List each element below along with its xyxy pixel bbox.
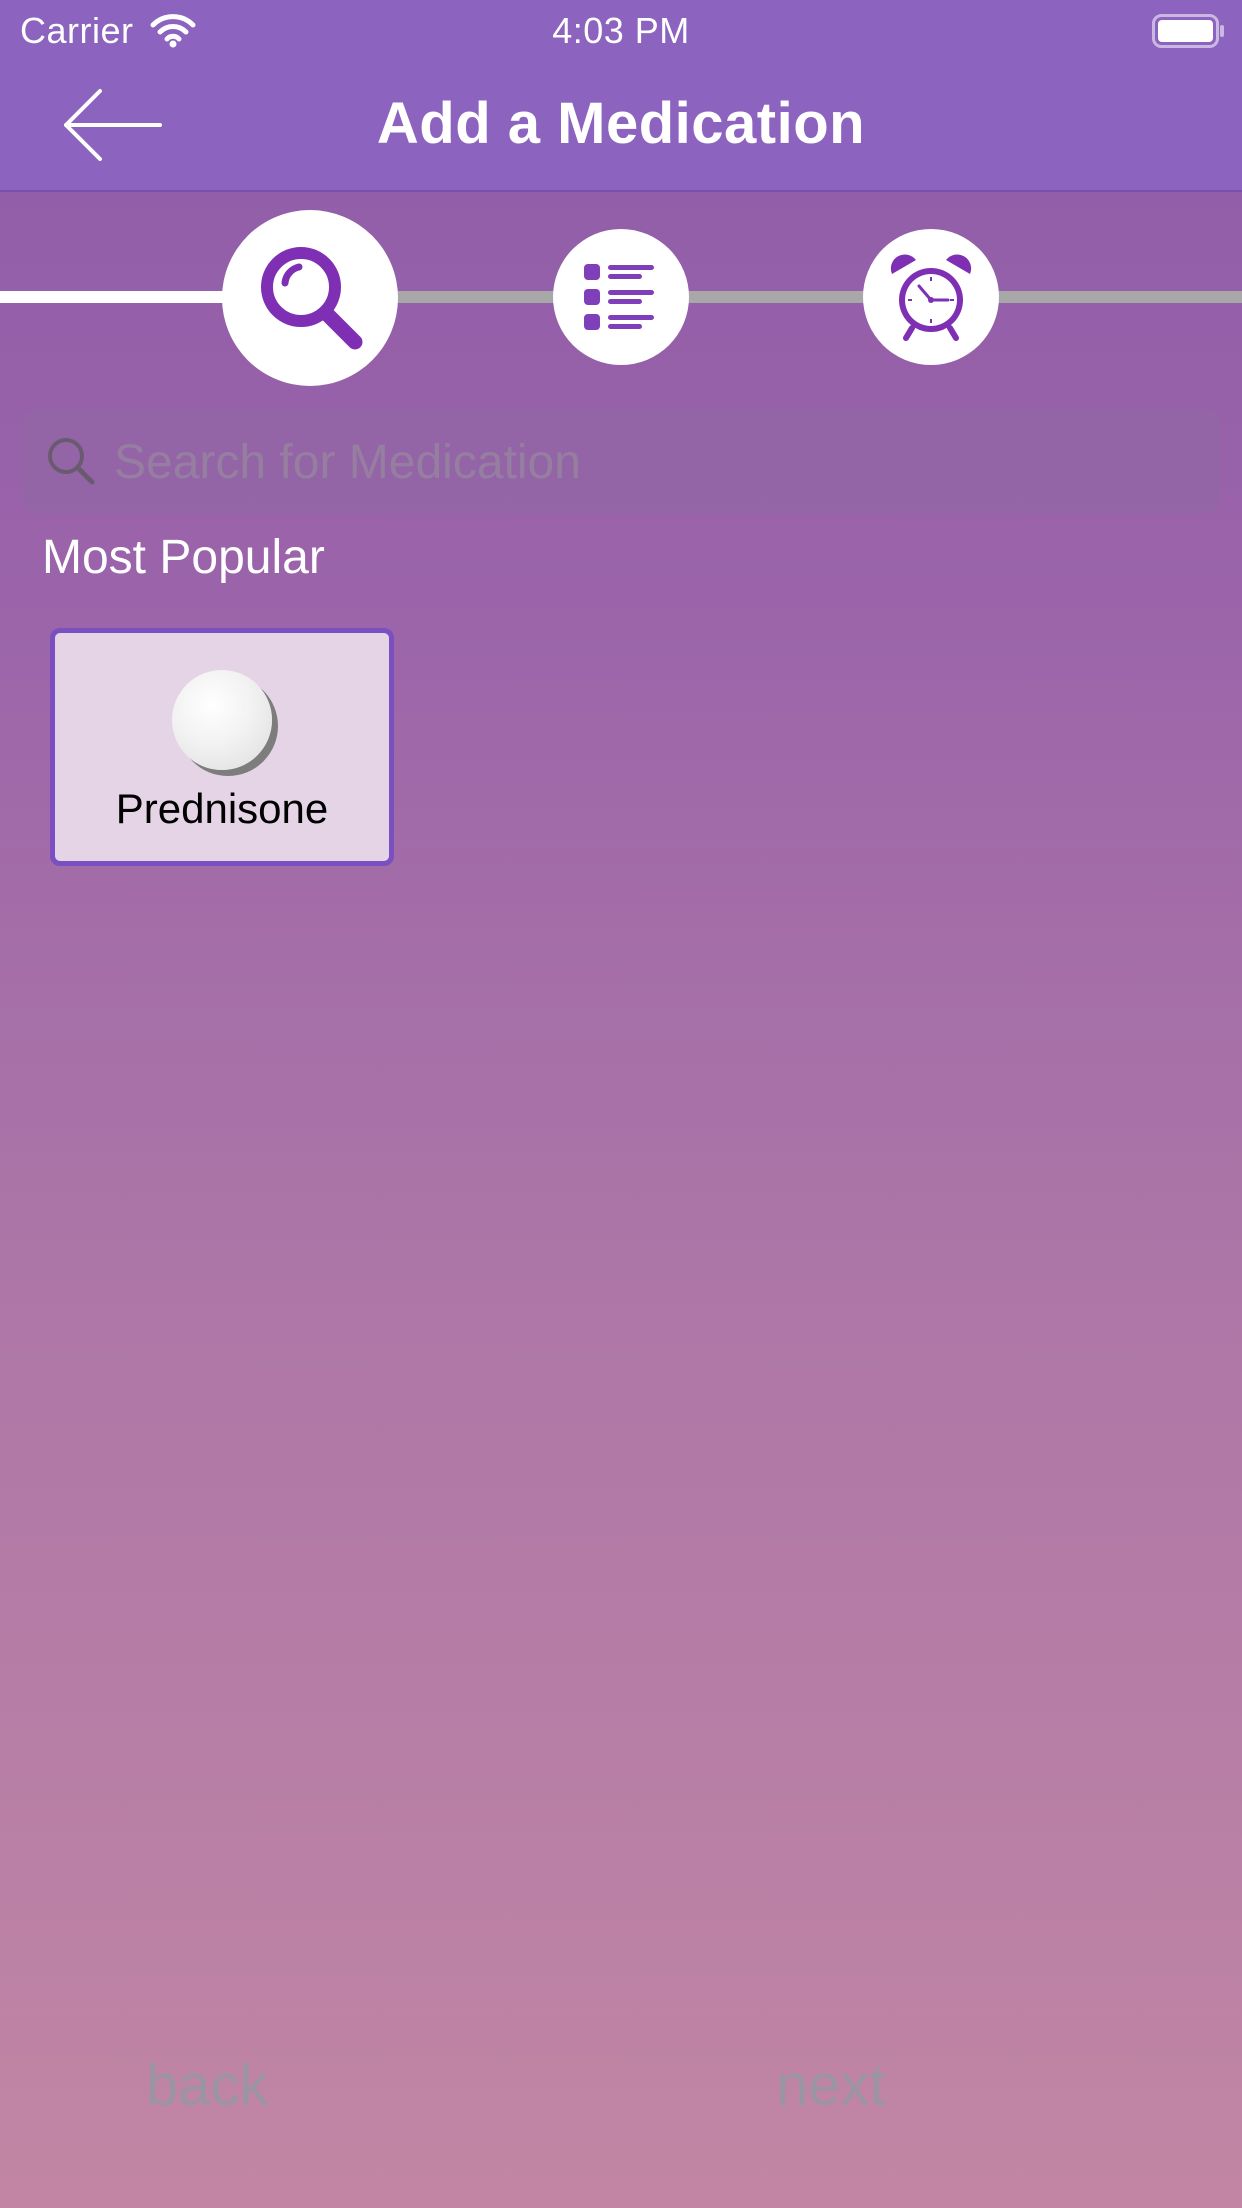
medication-name: Prednisone bbox=[115, 785, 329, 832]
step-indicator bbox=[0, 200, 1242, 400]
section-title: Most Popular bbox=[42, 531, 325, 584]
status-time: 4:03 PM bbox=[552, 10, 690, 51]
step-progress-done bbox=[0, 291, 240, 303]
step-schedule[interactable] bbox=[863, 229, 999, 365]
search-bar[interactable] bbox=[22, 408, 1220, 514]
status-bar: Carrier 4:03 PM bbox=[0, 0, 1242, 62]
pill-icon bbox=[172, 670, 272, 770]
search-input[interactable] bbox=[112, 424, 1196, 500]
top-bar: Carrier 4:03 PM Add a Medication bbox=[0, 0, 1242, 192]
battery-icon bbox=[1152, 14, 1224, 48]
medication-card[interactable]: Prednisone bbox=[50, 628, 394, 866]
next-button[interactable]: next bbox=[776, 2052, 886, 2119]
search-icon bbox=[48, 438, 95, 485]
step-search[interactable] bbox=[222, 210, 398, 386]
step-details[interactable] bbox=[553, 229, 689, 365]
back-button[interactable]: back bbox=[146, 2052, 269, 2119]
magnifier-icon bbox=[261, 247, 363, 350]
header: Add a Medication bbox=[0, 62, 1242, 190]
page-title: Add a Medication bbox=[376, 91, 866, 156]
alarm-clock-icon bbox=[890, 254, 972, 341]
list-icon bbox=[584, 264, 654, 330]
